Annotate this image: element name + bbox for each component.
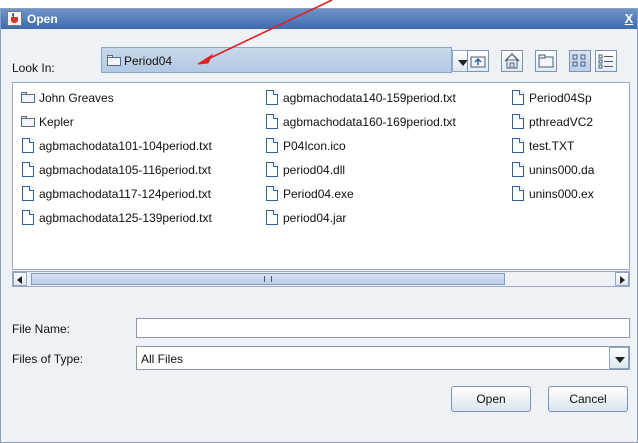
look-in-combo[interactable]: Period04 [101, 47, 452, 73]
file-icon [512, 186, 524, 201]
file-icon [22, 138, 34, 153]
file-item-label: John Greaves [39, 91, 114, 105]
file-item-label: unins000.da [529, 163, 595, 177]
chevron-down-icon [615, 357, 625, 363]
look-in-value: Period04 [124, 54, 173, 68]
file-item-label: period04.dll [283, 163, 346, 177]
file-item-label: agbmachodata117-124period.txt [39, 187, 211, 201]
file-item-label: agbmachodata160-169period.txt [283, 115, 456, 129]
home-button[interactable] [501, 50, 523, 72]
file-item-label: agbmachodata101-104period.txt [39, 139, 212, 153]
list-view-icon [572, 54, 586, 67]
file-item-label: agbmachodata125-139period.txt [39, 211, 212, 225]
file-item-label: test.TXT [529, 139, 575, 153]
file-icon [512, 162, 524, 177]
java-cup-icon [7, 11, 22, 26]
scroll-right-button[interactable] [615, 272, 629, 286]
open-button[interactable]: Open [451, 386, 531, 412]
file-list[interactable]: John Greaves Kepler agbmachodata101-104per… [12, 82, 630, 270]
horizontal-scrollbar[interactable] [12, 271, 630, 287]
look-in-label: Look In: [12, 61, 55, 75]
details-view-icon [598, 54, 613, 69]
file-type-dropdown-button[interactable] [609, 347, 629, 369]
file-item-label: Period04Sp [529, 91, 592, 105]
file-item-label: period04.jar [283, 211, 347, 225]
up-folder-icon [470, 56, 486, 68]
new-folder-button[interactable] [535, 50, 557, 72]
file-icon [512, 114, 524, 129]
file-item-label: Period04.exe [283, 187, 354, 201]
scroll-left-button[interactable] [13, 272, 27, 286]
arrow-right-icon [620, 276, 625, 284]
details-view-button[interactable] [595, 50, 617, 72]
file-icon [266, 114, 278, 129]
file-type-label: Files of Type: [12, 352, 84, 366]
folder-icon [21, 92, 35, 103]
file-item-label: unins000.ex [529, 187, 594, 201]
folder-icon [21, 116, 35, 127]
up-one-level-button[interactable] [467, 50, 489, 72]
grip-icon [264, 276, 272, 282]
file-item-label: Kepler [39, 115, 74, 129]
file-icon [266, 186, 278, 201]
file-icon [22, 186, 34, 201]
file-item-label: P04Icon.ico [283, 139, 346, 153]
file-item-label: pthreadVC2 [529, 115, 594, 129]
file-type-value: All Files [141, 352, 184, 366]
file-icon [266, 90, 278, 105]
file-item-label: agbmachodata140-159period.txt [283, 91, 456, 105]
list-view-button[interactable] [569, 50, 591, 72]
file-icon [22, 162, 34, 177]
file-item-label: agbmachodata105-116period.txt [39, 163, 211, 177]
file-icon [512, 138, 524, 153]
cancel-button[interactable]: Cancel [548, 386, 628, 412]
file-type-combo[interactable]: All Files [136, 346, 630, 370]
file-name-label: File Name: [12, 322, 71, 336]
arrow-left-icon [17, 276, 22, 284]
title-bar[interactable]: Open X [1, 9, 637, 29]
close-button[interactable]: X [621, 10, 637, 27]
file-name-input[interactable] [136, 318, 630, 338]
file-icon [512, 90, 524, 105]
file-icon [266, 138, 278, 153]
new-folder-icon [538, 54, 554, 68]
window-title: Open [27, 12, 58, 26]
scrollbar-thumb[interactable] [31, 273, 505, 285]
file-icon [22, 210, 34, 225]
file-icon [266, 210, 278, 225]
file-icon [266, 162, 278, 177]
folder-icon [107, 55, 121, 66]
home-icon [504, 53, 520, 69]
